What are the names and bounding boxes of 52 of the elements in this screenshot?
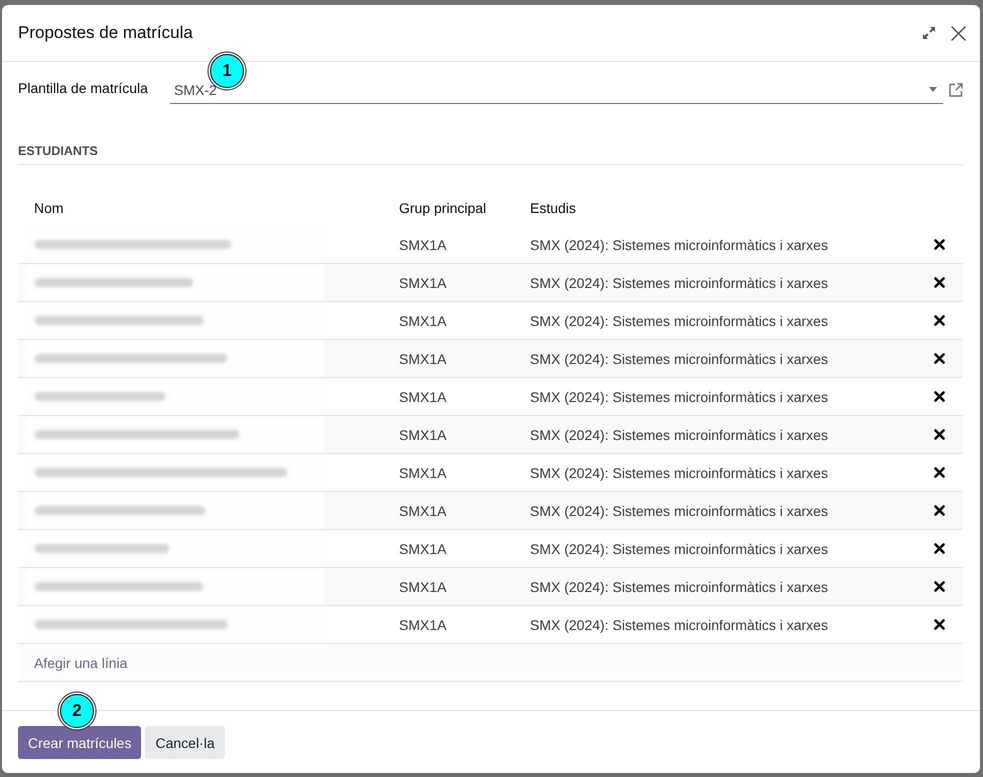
group-cell-text: SMX1A bbox=[398, 274, 448, 290]
group-cell-text: SMX1A bbox=[398, 312, 448, 328]
studies-cell-text: SMX (2024): Sistemes microinformàtics i xarxes bbox=[529, 426, 829, 442]
group-cell-text: SMX1A bbox=[398, 616, 448, 632]
column-header: Nom bbox=[33, 200, 65, 216]
column-header: Grup principal bbox=[398, 200, 488, 216]
table-row[interactable]: SMX1A SMX (2024): Sistemes microinformàtics i xarxes bbox=[18, 416, 963, 454]
studies-cell-text: SMX (2024): Sistemes microinformàtics i xarxes bbox=[529, 464, 829, 480]
close-icon[interactable] bbox=[951, 26, 966, 40]
remove-icon[interactable] bbox=[934, 429, 944, 440]
group-cell-text: SMX1A bbox=[398, 464, 448, 480]
studies-cell-text: SMX (2024): Sistemes microinformàtics i xarxes bbox=[529, 312, 829, 328]
remove-icon[interactable] bbox=[934, 619, 944, 630]
remove-icon[interactable] bbox=[934, 239, 944, 250]
expand-icon[interactable] bbox=[923, 27, 935, 39]
remove-icon[interactable] bbox=[934, 353, 944, 364]
remove-icon[interactable] bbox=[934, 315, 944, 326]
studies-cell-text: SMX (2024): Sistemes microinformàtics i xarxes bbox=[529, 616, 829, 632]
section-title: ESTUDIANTS bbox=[18, 144, 963, 165]
studies-cell-text: SMX (2024): Sistemes microinformàtics i xarxes bbox=[529, 236, 829, 252]
group-cell-text: SMX1A bbox=[398, 502, 448, 518]
group-cell-text: SMX1A bbox=[398, 540, 448, 556]
remove-icon[interactable] bbox=[934, 505, 944, 516]
remove-icon[interactable] bbox=[934, 543, 944, 554]
group-cell-text: SMX1A bbox=[398, 388, 448, 404]
add-line-link[interactable]: Afegir una línia bbox=[34, 654, 128, 670]
studies-cell-text: SMX (2024): Sistemes microinformàtics i xarxes bbox=[529, 350, 829, 366]
table-row[interactable]: SMX1A SMX (2024): Sistemes microinformàtics i xarxes bbox=[18, 568, 963, 606]
caret-icon bbox=[929, 87, 937, 92]
table-row[interactable]: SMX1A SMX (2024): Sistemes microinformàtics i xarxes bbox=[18, 492, 963, 530]
step-badge: 2 bbox=[60, 694, 94, 728]
create-button[interactable]: Crear matrícules bbox=[18, 726, 142, 759]
studies-cell-text: SMX (2024): Sistemes microinformàtics i xarxes bbox=[529, 274, 829, 290]
group-cell-text: SMX1A bbox=[398, 426, 448, 442]
group-cell-text: SMX1A bbox=[398, 236, 448, 252]
column-header: Estudis bbox=[529, 200, 577, 216]
group-cell-text: SMX1A bbox=[398, 578, 448, 594]
studies-cell-text: SMX (2024): Sistemes microinformàtics i xarxes bbox=[529, 578, 829, 594]
remove-icon[interactable] bbox=[934, 277, 944, 288]
dialog-title: Propostes de matrícula bbox=[18, 23, 194, 43]
studies-cell-text: SMX (2024): Sistemes microinformàtics i xarxes bbox=[529, 502, 829, 518]
table-row[interactable]: SMX1A SMX (2024): Sistemes microinformàtics i xarxes bbox=[18, 340, 963, 378]
remove-icon[interactable] bbox=[934, 467, 944, 478]
cancel-button[interactable]: Cancel·la bbox=[145, 726, 225, 759]
studies-cell-text: SMX (2024): Sistemes microinformàtics i xarxes bbox=[529, 540, 829, 556]
table-row[interactable]: SMX1A SMX (2024): Sistemes microinformàtics i xarxes bbox=[18, 264, 963, 302]
remove-icon[interactable] bbox=[934, 581, 944, 592]
remove-icon[interactable] bbox=[934, 391, 944, 402]
studies-cell-text: SMX (2024): Sistemes microinformàtics i xarxes bbox=[529, 388, 829, 404]
field-label: Plantilla de matrícula bbox=[18, 80, 149, 98]
external-link-icon[interactable] bbox=[949, 83, 963, 97]
group-cell-text: SMX1A bbox=[398, 350, 448, 366]
